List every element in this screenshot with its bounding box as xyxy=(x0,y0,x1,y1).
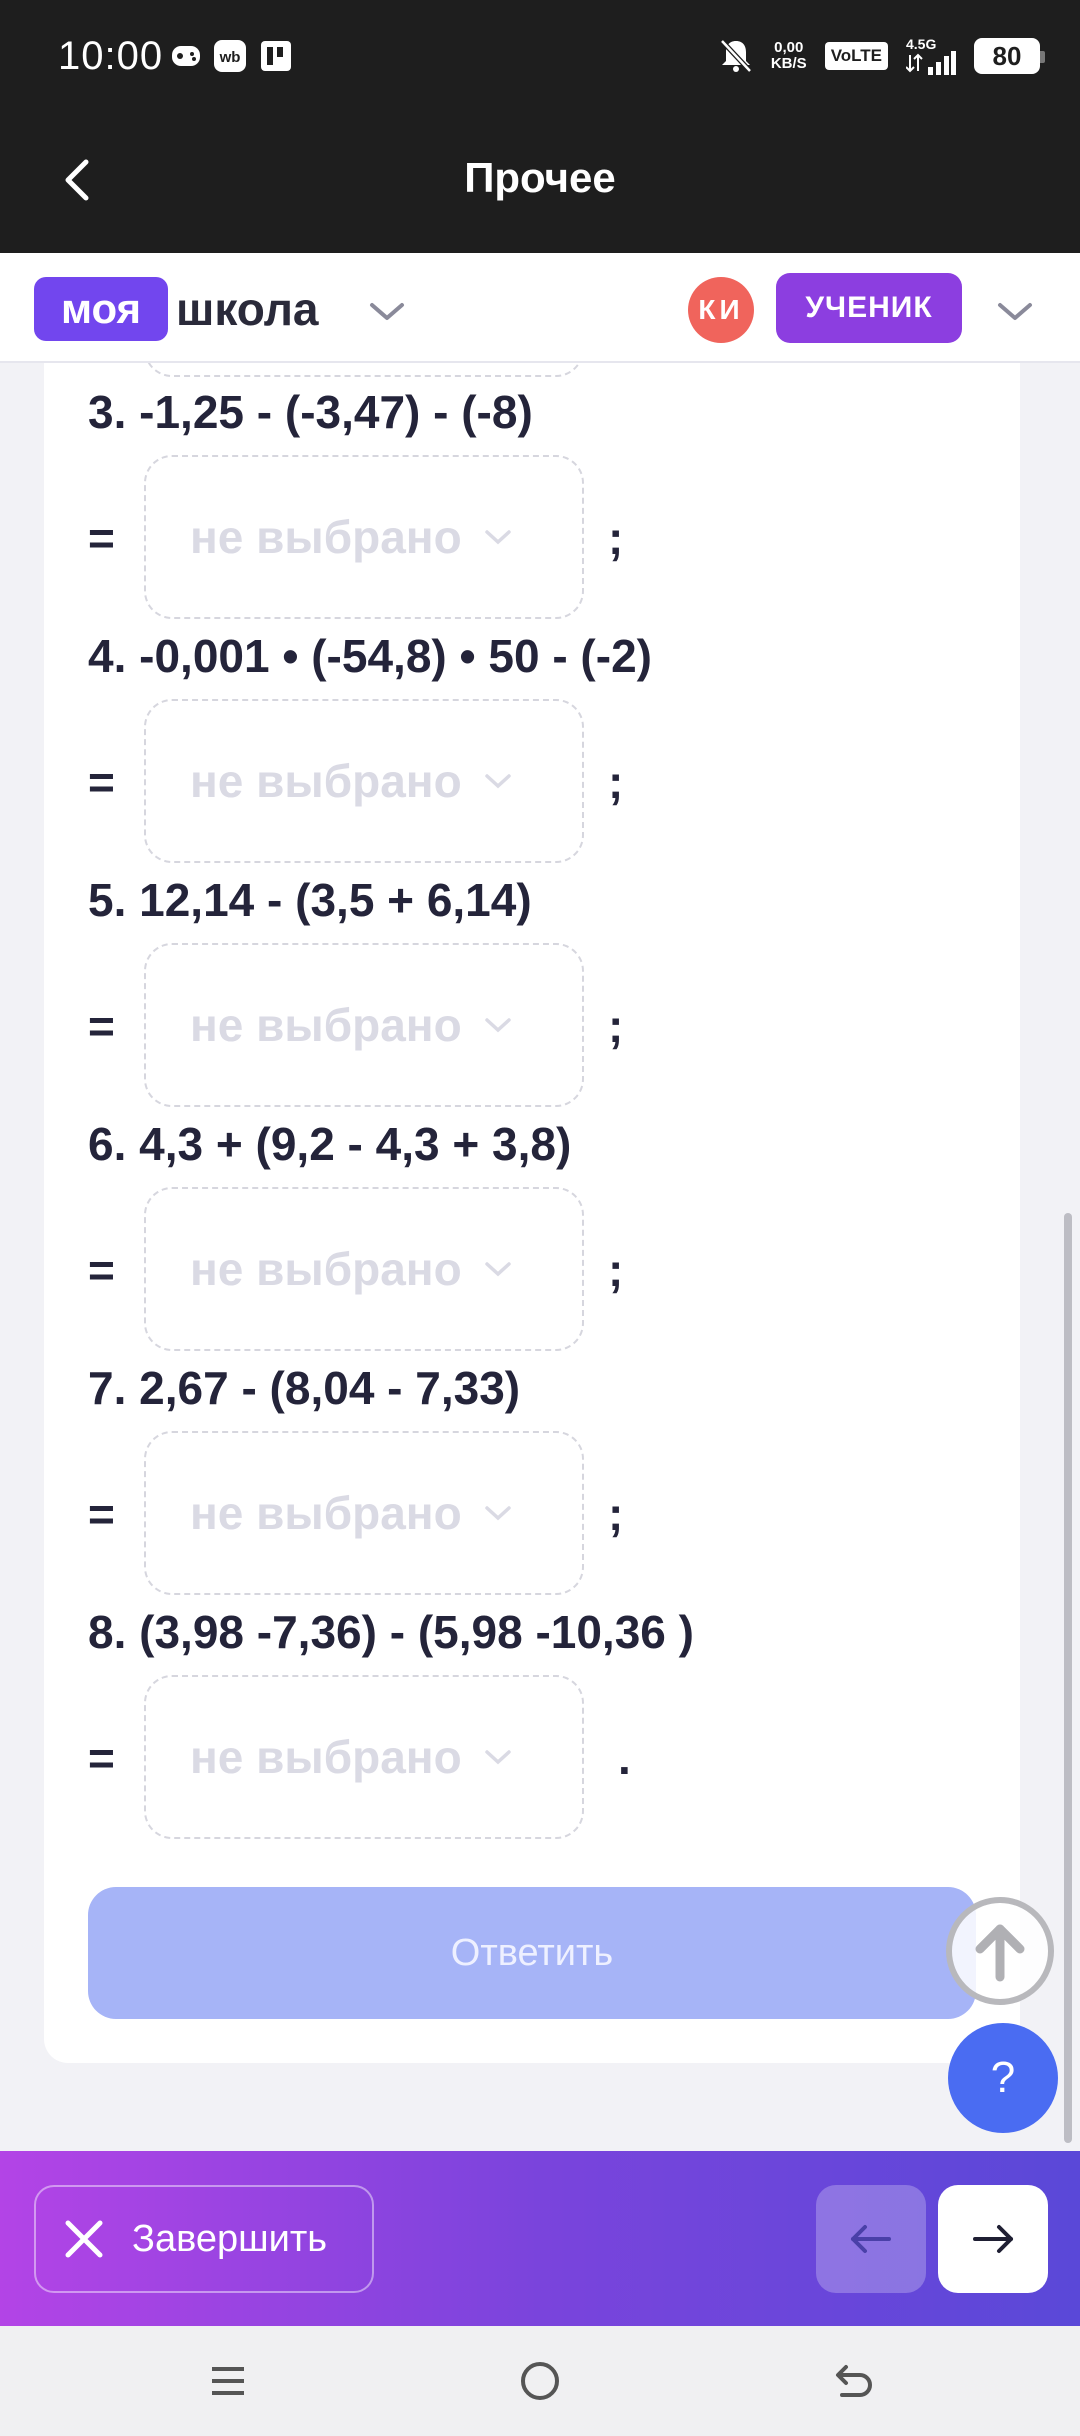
status-right-group: 0,00 KB/S VoLTE 4.5G 80 xyxy=(719,32,1045,80)
select-placeholder: не выбрано xyxy=(190,1731,462,1783)
chevron-down-icon xyxy=(484,1018,511,1033)
wb-app-icon: wb xyxy=(214,40,246,72)
game-icon xyxy=(172,46,200,66)
back-nav-icon xyxy=(836,2365,872,2397)
select-placeholder: не выбрано xyxy=(190,1487,462,1539)
answer-select[interactable]: не выбрано xyxy=(144,1431,584,1595)
system-nav-bar xyxy=(0,2326,1080,2436)
arrow-right-icon xyxy=(973,2225,1013,2253)
chevron-down-icon xyxy=(484,1750,511,1765)
title-bar: Прочее xyxy=(0,110,1080,253)
chevron-down-icon xyxy=(484,530,511,545)
next-button[interactable] xyxy=(938,2185,1048,2293)
svg-text:wb: wb xyxy=(219,49,241,66)
punctuation: ; xyxy=(608,1000,624,1052)
volte-badge: VoLTE xyxy=(824,42,888,70)
select-placeholder: не выбрано xyxy=(190,999,462,1051)
exercise-expression: 6. 4,3 + (9,2 - 4,3 + 3,8) xyxy=(88,1118,572,1170)
bottom-bar: Завершить xyxy=(0,2151,1080,2326)
answer-select-partial[interactable] xyxy=(144,363,584,377)
arrow-up-icon xyxy=(975,1924,1025,1982)
answer-select[interactable]: не выбрано xyxy=(144,943,584,1107)
equals-sign: = xyxy=(88,756,115,808)
answer-button[interactable]: Ответить xyxy=(88,1887,976,2019)
signal-icon: 4.5G xyxy=(906,37,956,75)
mute-icon xyxy=(720,39,752,73)
punctuation: ; xyxy=(608,512,624,564)
equals-sign: = xyxy=(88,1488,115,1540)
app-header: моя школа КИ УЧЕНИК xyxy=(0,253,1080,363)
status-time: 10:00 xyxy=(58,34,164,78)
exercise-expression: 5. 12,14 - (3,5 + 6,14) xyxy=(88,874,532,926)
answer-select[interactable]: не выбрано xyxy=(144,699,584,863)
exercise-expression: 4. -0,001 • (-54,8) • 50 - (-2) xyxy=(88,630,652,682)
equals-sign: = xyxy=(88,1244,115,1296)
battery-icon: 80 xyxy=(974,38,1045,74)
equals-sign: = xyxy=(88,1732,115,1784)
exercise-expression: 3. -1,25 - (-3,47) - (-8) xyxy=(88,386,533,438)
menu-icon xyxy=(212,2367,244,2395)
punctuation: ; xyxy=(608,756,624,808)
nav-home-button[interactable] xyxy=(510,2356,570,2406)
close-icon xyxy=(65,2220,103,2258)
network-speed: 0,00 KB/S xyxy=(770,39,807,72)
select-placeholder: не выбрано xyxy=(190,755,462,807)
answer-select[interactable]: не выбрано xyxy=(144,1675,584,1839)
page-title: Прочее xyxy=(464,154,616,201)
content-area[interactable]: 3. -1,25 - (-3,47) - (-8) = не выбрано ;… xyxy=(0,363,1080,2151)
select-placeholder: не выбрано xyxy=(190,1243,462,1295)
arrow-left-icon xyxy=(851,2225,891,2253)
chevron-down-icon[interactable] xyxy=(368,299,406,323)
prev-button[interactable] xyxy=(816,2185,926,2293)
chevron-down-icon xyxy=(484,774,511,789)
scroll-top-button[interactable] xyxy=(946,1897,1054,2005)
status-bar: 10:00 wb 0,00 KB/S VoLTE 4.5G 80 xyxy=(0,0,1080,110)
punctuation: ; xyxy=(608,1244,624,1296)
answer-select[interactable]: не выбрано xyxy=(144,455,584,619)
nav-menu-button[interactable] xyxy=(198,2356,258,2406)
equals-sign: = xyxy=(88,512,115,564)
nav-back-button[interactable] xyxy=(822,2356,882,2406)
finish-label: Завершить xyxy=(132,2217,328,2260)
punctuation: . xyxy=(618,1732,631,1784)
logo-shkola[interactable]: школа xyxy=(176,277,319,341)
chevron-down-icon[interactable] xyxy=(996,299,1034,323)
equals-sign: = xyxy=(88,1000,115,1052)
exercise-expression: 7. 2,67 - (8,04 - 7,33) xyxy=(88,1362,521,1414)
chevron-down-icon xyxy=(484,1506,511,1521)
scrollbar[interactable] xyxy=(1064,1213,1072,2143)
punctuation: ; xyxy=(608,1488,624,1540)
p-app-icon xyxy=(261,41,291,71)
answer-select[interactable]: не выбрано xyxy=(144,1187,584,1351)
finish-button[interactable]: Завершить xyxy=(34,2185,374,2293)
select-placeholder: не выбрано xyxy=(190,511,462,563)
chevron-down-icon xyxy=(484,1262,511,1277)
role-badge[interactable]: УЧЕНИК xyxy=(776,273,962,343)
home-circle-icon xyxy=(521,2362,559,2400)
exercise-expression: 8. (3,98 -7,36) - (5,98 -10,36 ) xyxy=(88,1606,694,1658)
avatar[interactable]: КИ xyxy=(688,277,754,343)
help-button[interactable]: ? xyxy=(948,2023,1058,2133)
logo-moya[interactable]: моя xyxy=(34,277,168,341)
